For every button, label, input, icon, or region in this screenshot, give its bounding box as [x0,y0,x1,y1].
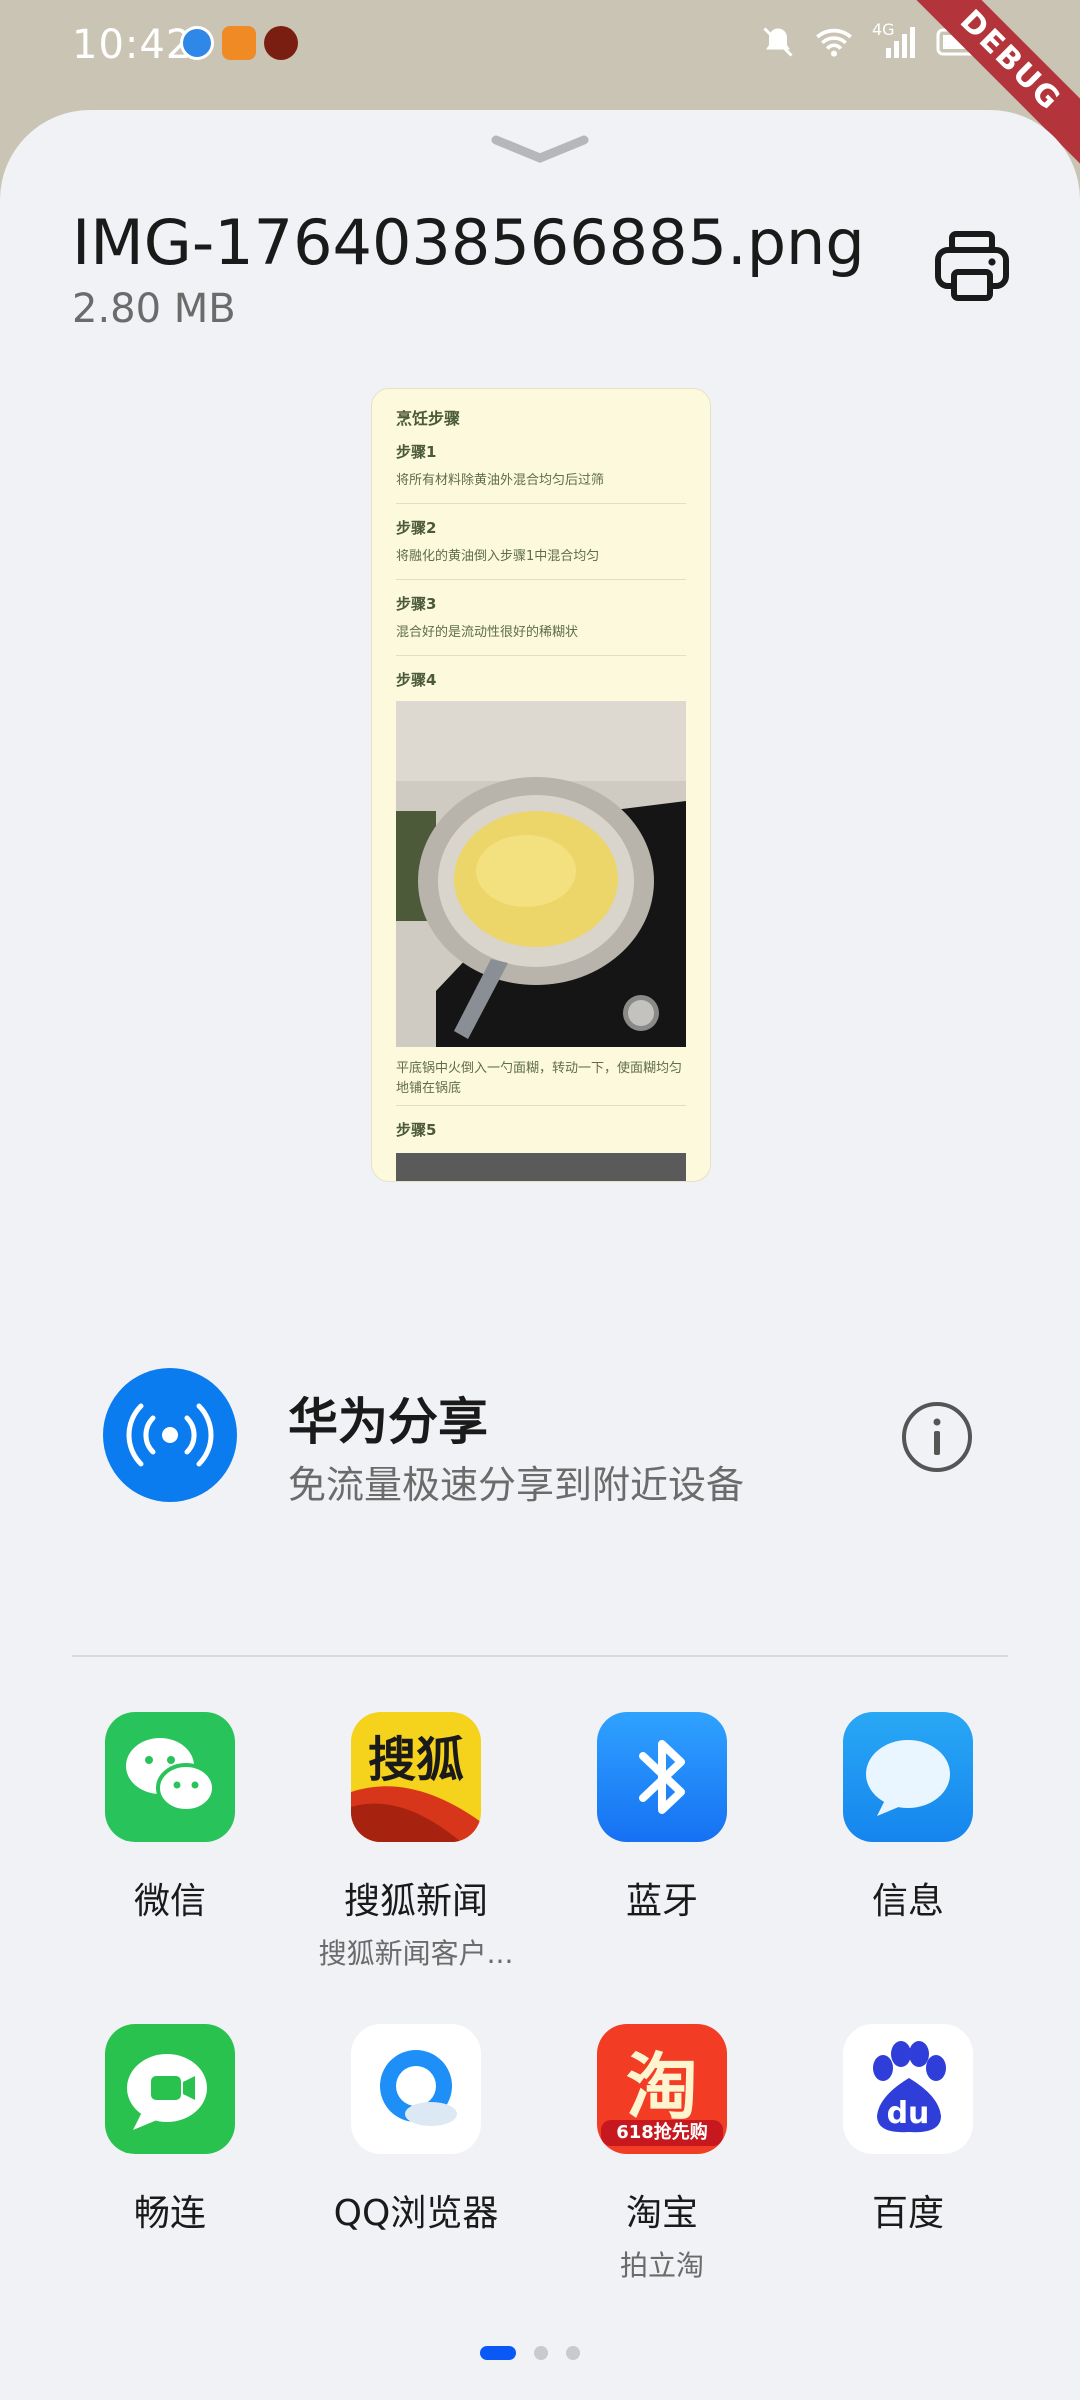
wechat-icon [105,1712,235,1842]
status-time: 10:42 [72,22,193,68]
wifi-icon [816,28,852,57]
huawei-share-subtitle: 免流量极速分享到附近设备 [288,1463,745,1507]
preview-step-desc: 将所有材料除黄油外混合均匀后过筛 [396,473,605,488]
page-dot[interactable] [534,2346,548,2360]
app-label: QQ浏览器 [333,2193,499,2234]
file-size: 2.80 MB [72,286,236,332]
preview-step-label: 步骤1 [396,443,437,461]
cellular-signal-icon: 4G [872,20,918,60]
app-sublabel: 搜狐新闻客户... [318,1937,514,1970]
app-taobao[interactable]: 淘 618抢先购 淘宝 拍立淘 [542,2024,782,2284]
image-preview[interactable]: 烹饪步骤 步骤1 将所有材料除黄油外混合均匀后过筛 步骤2 将融化的黄油倒入步骤… [371,388,711,1182]
huawei-share-icon[interactable] [103,1368,237,1502]
taobao-icon-text: 淘 [625,2045,698,2129]
app-bluetooth[interactable]: 蓝牙 [542,1712,782,1924]
app-sohu-news[interactable]: 搜狐 搜狐新闻 搜狐新闻客户... [296,1712,536,1972]
preview-divider [396,503,686,504]
mute-icon [763,27,793,57]
qq-browser-icon [351,2024,481,2154]
app-label: 百度 [871,2193,944,2234]
section-divider [72,1655,1008,1657]
preview-step-desc: 将融化的黄油倒入步骤1中混合均匀 [396,549,600,564]
info-icon[interactable] [900,1400,974,1474]
app-sublabel: 拍立淘 [619,2249,704,2282]
collapse-handle-icon[interactable] [490,130,590,170]
app-qq-browser[interactable]: QQ浏览器 [296,2024,536,2236]
huawei-share-title: 华为分享 [288,1393,488,1451]
app-label: 信息 [871,1881,944,1922]
preview-step-label: 步骤2 [396,519,437,537]
preview-step-label: 步骤4 [396,671,437,689]
app-meetime[interactable]: 畅连 [50,2024,290,2236]
preview-divider [396,1105,686,1106]
preview-divider [396,579,686,580]
preview-step-desc: 平底锅中火倒入一勺面糊，转动一下，使面糊均匀地铺在锅底 [396,1061,683,1096]
status-bar: 10:42 4G DEBUG [0,0,1080,184]
app-baidu[interactable]: du 百度 [788,2024,1028,2236]
sohu-icon-text: 搜狐 [367,1732,464,1788]
baidu-icon-text: du [886,2096,930,2131]
preview-step-label: 步骤3 [396,595,437,613]
app-messages[interactable]: 信息 [788,1712,1028,1924]
file-name: IMG-1764038566885.png [72,206,865,279]
browser-notification-icon [180,26,214,60]
baidu-icon: du [843,2024,973,2154]
taobao-icon: 淘 618抢先购 [597,2024,727,2154]
app-label: 蓝牙 [625,1881,698,1922]
app-wechat[interactable]: 微信 [50,1712,290,1924]
page-indicator [480,2346,580,2360]
messages-icon [843,1712,973,1842]
preview-divider [396,655,686,656]
share-sheet: IMG-1764038566885.png 2.80 MB 烹饪步骤 步骤1 将… [0,110,1080,2400]
print-icon[interactable] [932,226,1012,306]
preview-title: 烹饪步骤 [396,409,461,428]
preview-step-desc: 混合好的是流动性很好的稀糊状 [396,625,579,640]
pan-photo-image [396,701,686,1047]
app-label: 微信 [133,1881,206,1922]
app-label: 淘宝 [625,2193,698,2234]
page-dot[interactable] [566,2346,580,2360]
bluetooth-icon [597,1712,727,1842]
preview-step-label: 步骤5 [396,1121,437,1139]
app-label: 搜狐新闻 [343,1881,488,1922]
meetime-icon [105,2024,235,2154]
page-dot-active[interactable] [480,2346,516,2360]
taobao-icon-banner: 618抢先购 [601,2120,723,2146]
sohu-news-icon: 搜狐 [351,1712,481,1842]
app-notification-icon [222,26,256,60]
app-label: 畅连 [133,2193,206,2234]
game-notification-icon [264,26,298,60]
preview-photo-partial [396,1153,686,1181]
